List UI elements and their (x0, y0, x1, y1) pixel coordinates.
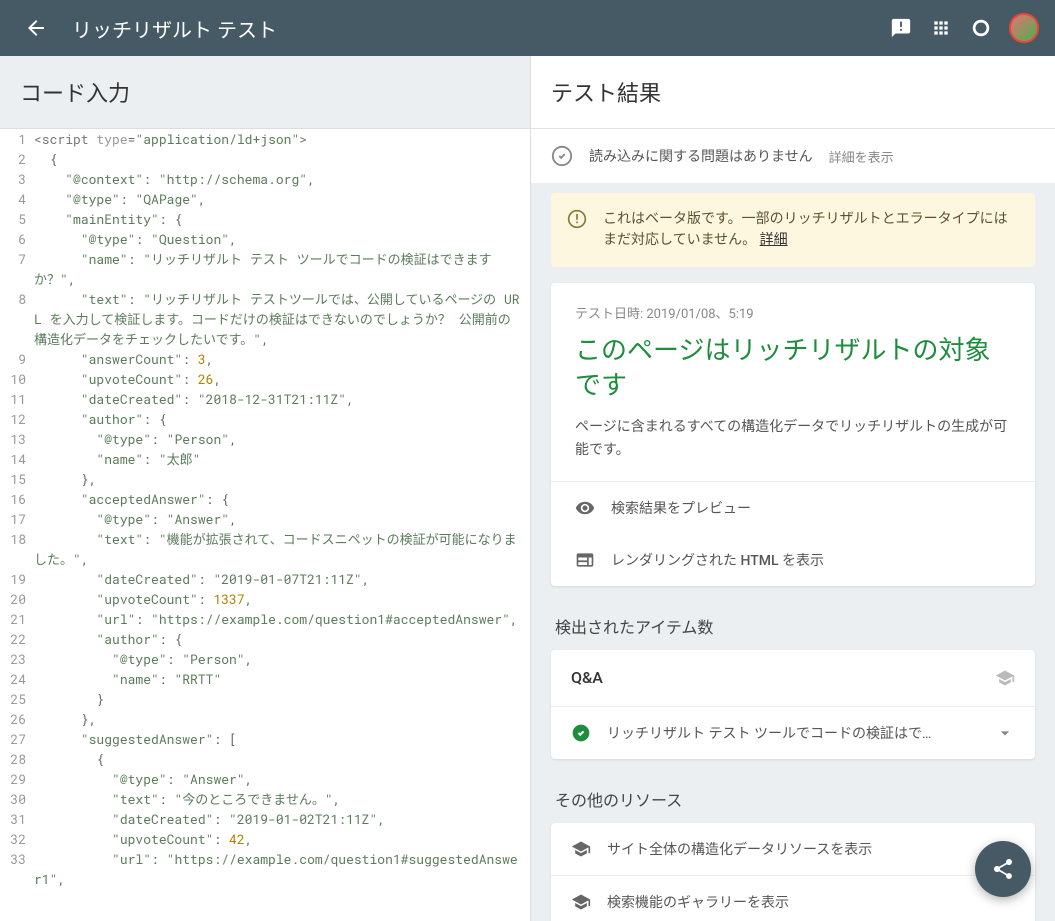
eye-icon (575, 498, 595, 518)
arrow-back-icon (24, 16, 48, 40)
eligibility-card: テスト日時: 2019/01/08、5:19 このページはリッチリザルトの対象で… (551, 283, 1035, 586)
notifications-button[interactable] (961, 8, 1001, 48)
feedback-button[interactable] (881, 8, 921, 48)
detected-items-heading: 検出されたアイテム数 (551, 602, 1035, 650)
warning-icon (567, 209, 587, 251)
beta-banner-text: これはベータ版です。一部のリッチリザルトとエラータイプにはまだ対応していません。… (603, 209, 1019, 251)
view-html-button[interactable]: レンダリングされた HTML を表示 (551, 534, 1035, 586)
announcement-icon (890, 17, 912, 39)
school-icon (571, 892, 591, 912)
chevron-down-icon (995, 723, 1015, 743)
user-avatar[interactable] (1009, 13, 1039, 43)
app-title: リッチリザルト テスト (72, 14, 277, 43)
loading-status-text: 読み込みに関する問題はありません (589, 146, 813, 166)
other-resources-card: サイト全体の構造化データリソースを表示 検索機能のギャラリーを表示 (551, 823, 1035, 921)
share-fab[interactable] (975, 841, 1031, 897)
eligibility-title: このページはリッチリザルトの対象です (575, 334, 1011, 404)
bell-icon (970, 17, 992, 39)
check-circle-outline-icon (551, 145, 573, 167)
eligibility-subtitle: ページに含まれるすべての構造化データでリッチリザルトの生成が可能です。 (575, 416, 1011, 461)
beta-banner: これはベータ版です。一部のリッチリザルトとエラータイプにはまだ対応していません。… (551, 193, 1035, 267)
results-title: テスト結果 (531, 56, 1055, 128)
school-icon (571, 839, 591, 859)
results-panel: テスト結果 読み込みに関する問題はありません 詳細を表示 これはベータ版です。一… (530, 56, 1055, 921)
loading-status-row: 読み込みに関する問題はありません 詳細を表示 (531, 128, 1055, 183)
detected-item-row[interactable]: リッチリザルト テスト ツールでコードの検証はで… (551, 707, 1035, 759)
detected-type-header[interactable]: Q&A (551, 650, 1035, 707)
resource-structured-data[interactable]: サイト全体の構造化データリソースを表示 (551, 823, 1035, 876)
test-date: テスト日時: 2019/01/08、5:19 (575, 303, 1011, 322)
code-editor[interactable]: 1<script type="application/ld+json">2 {3… (0, 128, 530, 921)
app-header: リッチリザルト テスト (0, 0, 1055, 56)
other-resources-heading: その他のリソース (551, 775, 1035, 823)
code-input-panel: コード入力 1<script type="application/ld+json… (0, 56, 530, 921)
share-icon (991, 857, 1015, 881)
preview-results-button[interactable]: 検索結果をプレビュー (551, 482, 1035, 534)
web-icon (575, 550, 595, 570)
check-circle-icon (571, 723, 591, 743)
resource-search-gallery[interactable]: 検索機能のギャラリーを表示 (551, 876, 1035, 921)
school-icon (995, 668, 1015, 688)
detected-items-card: Q&A リッチリザルト テスト ツールでコードの検証はで… (551, 650, 1035, 759)
back-button[interactable] (16, 8, 56, 48)
code-input-title: コード入力 (0, 56, 530, 128)
apps-button[interactable] (921, 8, 961, 48)
loading-detail-link[interactable]: 詳細を表示 (829, 147, 894, 166)
apps-icon (931, 18, 951, 38)
beta-detail-link[interactable]: 詳細 (760, 232, 788, 248)
